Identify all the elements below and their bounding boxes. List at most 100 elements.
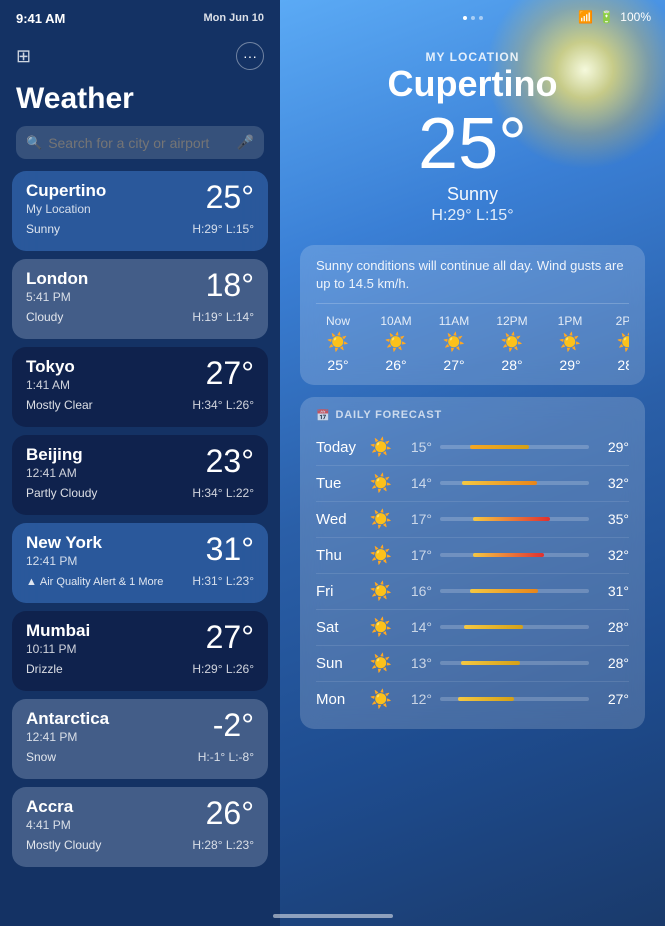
daily-row: Sat ☀️ 14° 28° [316, 610, 629, 646]
hourly-time: Now [326, 314, 350, 328]
hourly-time: 10AM [380, 314, 411, 328]
main-hi: H:29° [431, 207, 471, 224]
city-time: 10:11 PM [26, 642, 90, 656]
hourly-temp: 25° [327, 357, 348, 373]
hourly-item: Now ☀️ 25° [316, 314, 360, 373]
daily-day: Wed [316, 511, 366, 528]
city-name: Mumbai [26, 621, 90, 641]
daily-forecast-header: 📅 DAILY FORECAST [316, 409, 629, 422]
cities-list: Cupertino My Location 25° Sunny H:29° L:… [0, 171, 280, 926]
daily-low: 14° [396, 619, 432, 635]
city-hi-lo: H:28° L:23° [192, 838, 254, 852]
status-day: Mon Jun 10 [203, 12, 264, 24]
city-condition: Mostly Clear [26, 398, 93, 412]
search-icon: 🔍 [26, 135, 42, 151]
city-temp: 26° [206, 797, 254, 829]
hourly-temp: 28° [501, 357, 522, 373]
temp-bar-container [440, 625, 589, 629]
search-bar[interactable]: 🔍 🎤 [16, 126, 264, 159]
temp-bar-container [440, 661, 589, 665]
city-hi-lo: H:-1° L:-8° [198, 750, 254, 764]
daily-row: Mon ☀️ 12° 27° [316, 682, 629, 717]
city-temp: -2° [213, 709, 254, 741]
daily-high: 27° [597, 691, 629, 707]
city-name: London [26, 269, 88, 289]
hourly-icon: ☀️ [327, 332, 349, 353]
city-card-beijing[interactable]: Beijing 12:41 AM 23° Partly Cloudy H:34°… [12, 435, 268, 515]
hourly-time: 1PM [558, 314, 583, 328]
city-temp: 23° [206, 445, 254, 477]
city-condition: Snow [26, 750, 56, 764]
daily-day: Tue [316, 475, 366, 492]
city-card-accra[interactable]: Accra 4:41 PM 26° Mostly Cloudy H:28° L:… [12, 787, 268, 867]
city-time: 12:41 PM [26, 554, 102, 568]
daily-icon: ☀️ [366, 689, 396, 710]
temp-bar-container [440, 517, 589, 521]
city-temp: 18° [206, 269, 254, 301]
city-card-top: London 5:41 PM 18° [26, 269, 254, 304]
hourly-icon: ☀️ [385, 332, 407, 353]
city-name: New York [26, 533, 102, 553]
daily-low: 15° [396, 439, 432, 455]
hourly-time: 12PM [496, 314, 527, 328]
city-name: Tokyo [26, 357, 75, 377]
city-hi-lo: H:19° L:14° [192, 310, 254, 324]
my-location-label: MY LOCATION [300, 50, 645, 64]
daily-high: 35° [597, 511, 629, 527]
city-temp: 25° [206, 181, 254, 213]
temp-bar-container [440, 589, 589, 593]
more-button[interactable]: ··· [236, 42, 264, 70]
city-card-cupertino[interactable]: Cupertino My Location 25° Sunny H:29° L:… [12, 171, 268, 251]
daily-day: Sat [316, 619, 366, 636]
temp-bar [473, 553, 545, 557]
city-card-bottom: Cloudy H:19° L:14° [26, 310, 254, 324]
daily-icon: ☀️ [366, 617, 396, 638]
hourly-item: 2PM ☀️ 28° [606, 314, 629, 373]
sidebar-toggle-icon[interactable]: ⊞ [16, 46, 31, 67]
city-card-bottom: Partly Cloudy H:34° L:22° [26, 486, 254, 500]
hourly-time: 11AM [439, 314, 469, 328]
hourly-item: 12PM ☀️ 28° [490, 314, 534, 373]
daily-low: 14° [396, 475, 432, 491]
hourly-forecast-card: Sunny conditions will continue all day. … [300, 245, 645, 385]
hourly-temp: 29° [559, 357, 580, 373]
city-card-antarctica[interactable]: Antarctica 12:41 PM -2° Snow H:-1° L:-8° [12, 699, 268, 779]
city-hi-lo: H:34° L:22° [192, 486, 254, 500]
calendar-icon: 📅 [316, 409, 331, 422]
daily-high: 29° [597, 439, 629, 455]
temp-bar [470, 589, 539, 593]
daily-row: Sun ☀️ 13° 28° [316, 646, 629, 682]
mic-icon[interactable]: 🎤 [237, 134, 254, 151]
daily-day: Mon [316, 691, 366, 708]
status-bar: 9:41 AM Mon Jun 10 [0, 0, 280, 36]
main-city-name: Cupertino [300, 64, 645, 104]
city-temp: 27° [206, 357, 254, 389]
search-input[interactable] [48, 135, 230, 151]
daily-high: 31° [597, 583, 629, 599]
daily-row: Wed ☀️ 17° 35° [316, 502, 629, 538]
city-card-top: New York 12:41 PM 31° [26, 533, 254, 568]
right-panel: 📶 🔋 100% MY LOCATION Cupertino 25° Sunny… [280, 0, 665, 926]
city-card-new-york[interactable]: New York 12:41 PM 31° ▲Air Quality Alert… [12, 523, 268, 603]
daily-low: 17° [396, 511, 432, 527]
city-hi-lo: H:34° L:26° [192, 398, 254, 412]
hourly-icon: ☀️ [617, 332, 629, 353]
temp-bar [461, 661, 521, 665]
main-temp: 25° [300, 108, 645, 180]
daily-icon: ☀️ [366, 545, 396, 566]
daily-row: Today ☀️ 15° 29° [316, 430, 629, 466]
city-card-london[interactable]: London 5:41 PM 18° Cloudy H:19° L:14° [12, 259, 268, 339]
city-card-tokyo[interactable]: Tokyo 1:41 AM 27° Mostly Clear H:34° L:2… [12, 347, 268, 427]
home-indicator [273, 914, 393, 918]
city-subtitle: My Location [26, 202, 106, 216]
hourly-item: 1PM ☀️ 29° [548, 314, 592, 373]
right-content: MY LOCATION Cupertino 25° Sunny H:29° L:… [280, 0, 665, 749]
city-card-top: Beijing 12:41 AM 23° [26, 445, 254, 480]
city-card-mumbai[interactable]: Mumbai 10:11 PM 27° Drizzle H:29° L:26° [12, 611, 268, 691]
city-hi-lo: H:31° L:23° [192, 574, 254, 588]
hourly-icon: ☀️ [501, 332, 523, 353]
daily-icon: ☀️ [366, 509, 396, 530]
temp-bar [464, 625, 524, 629]
daily-row: Tue ☀️ 14° 32° [316, 466, 629, 502]
hourly-time: 2PM [616, 314, 629, 328]
